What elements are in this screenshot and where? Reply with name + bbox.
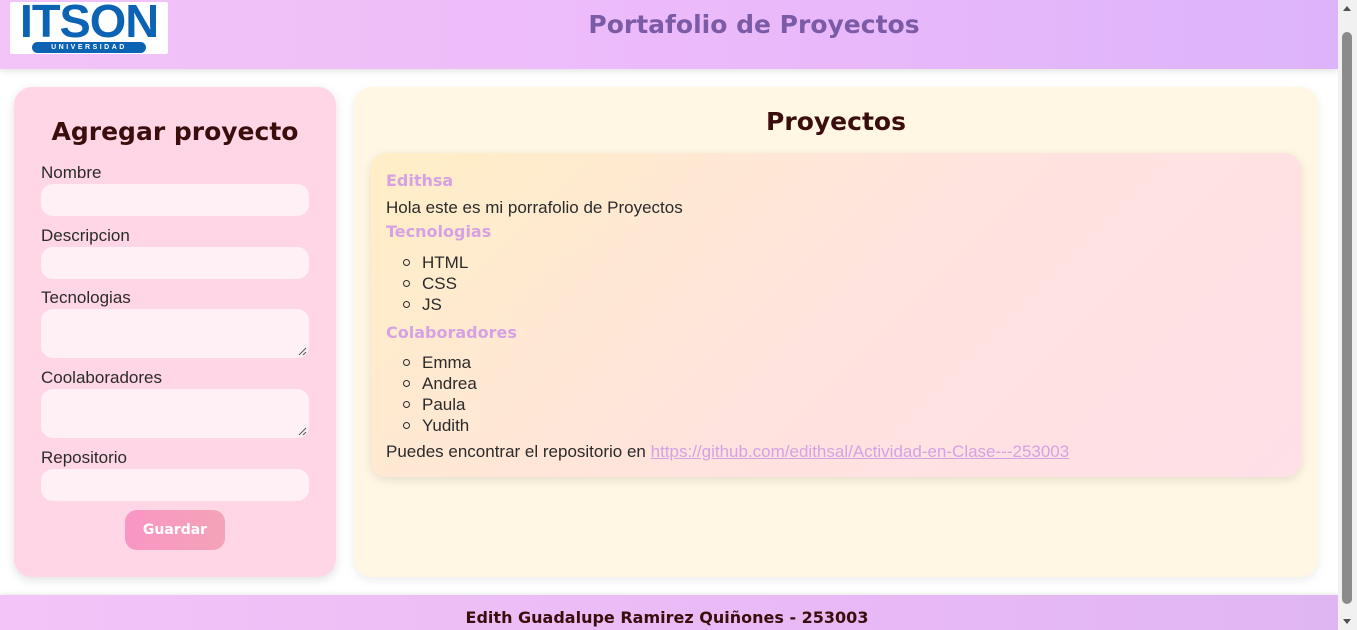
technology-item: JS: [422, 295, 442, 314]
technology-item: HTML: [422, 253, 469, 272]
list-item: JS: [386, 294, 468, 315]
project-card: Edithsa Hola este es mi porrafolio de Pr…: [371, 153, 1301, 477]
logo-subtext: UNIVERSIDAD: [32, 42, 146, 53]
projects-title: Proyectos: [766, 107, 906, 136]
technologies-list: HTML CSS JS: [386, 252, 468, 315]
list-item: HTML: [386, 252, 468, 273]
list-item: Yudith: [386, 415, 477, 436]
colaboradores-textarea[interactable]: [41, 389, 309, 438]
add-project-form: Agregar proyecto Nombre Descripcion Tecn…: [14, 87, 336, 577]
list-item: CSS: [386, 273, 468, 294]
logo-text: ITSON: [19, 0, 159, 47]
technology-item: CSS: [422, 274, 457, 293]
tecnologias-textarea[interactable]: [41, 309, 309, 358]
footer-text: Edith Guadalupe Ramirez Quiñones - 25300…: [465, 608, 869, 627]
site-footer: Edith Guadalupe Ramirez Quiñones - 25300…: [0, 595, 1338, 630]
resize-grip-icon[interactable]: [298, 347, 307, 356]
nombre-input[interactable]: [41, 184, 309, 216]
bullet-icon: [403, 380, 410, 387]
resize-grip-icon[interactable]: [298, 427, 307, 436]
collaborator-item: Emma: [422, 353, 472, 372]
collaborators-heading: Colaboradores: [386, 323, 517, 342]
technologies-heading: Tecnologias: [386, 222, 492, 241]
projects-panel: Proyectos Edithsa Hola este es mi porraf…: [354, 87, 1318, 577]
repository-line: Puedes encontrar el repositorio en https…: [386, 442, 1069, 462]
list-item: Andrea: [386, 373, 477, 394]
repositorio-input[interactable]: [41, 469, 309, 501]
scrollbar-thumb[interactable]: [1342, 32, 1352, 604]
colaboradores-label: Coolaboradores: [41, 368, 162, 387]
bullet-icon: [403, 359, 410, 366]
collaborator-item: Yudith: [422, 416, 470, 435]
bullet-icon: [403, 301, 410, 308]
collaborator-item: Andrea: [422, 374, 477, 393]
collaborators-list: Emma Andrea Paula Yudith: [386, 352, 477, 436]
project-name: Edithsa: [386, 171, 454, 190]
tecnologias-label: Tecnologias: [41, 288, 131, 307]
scroll-down-arrow-icon[interactable]: [1343, 619, 1351, 624]
bullet-icon: [403, 422, 410, 429]
collaborator-item: Paula: [422, 395, 466, 414]
site-header: ITSON UNIVERSIDAD Portafolio de Proyecto…: [0, 0, 1338, 69]
list-item: Paula: [386, 394, 477, 415]
scroll-up-arrow-icon[interactable]: [1343, 6, 1351, 11]
save-button[interactable]: Guardar: [125, 510, 225, 550]
repository-link[interactable]: https://github.com/edithsal/Actividad-en…: [651, 442, 1070, 461]
itson-logo[interactable]: ITSON UNIVERSIDAD: [10, 0, 168, 54]
vertical-scrollbar[interactable]: [1338, 0, 1357, 630]
form-title: Agregar proyecto: [51, 117, 299, 146]
repositorio-label: Repositorio: [41, 448, 127, 467]
descripcion-input[interactable]: [41, 247, 309, 279]
descripcion-label: Descripcion: [41, 226, 130, 245]
page: ITSON UNIVERSIDAD Portafolio de Proyecto…: [0, 0, 1357, 630]
repository-prefix: Puedes encontrar el repositorio en: [386, 442, 651, 461]
list-item: Emma: [386, 352, 477, 373]
bullet-icon: [403, 259, 410, 266]
page-title: Portafolio de Proyectos: [588, 10, 920, 39]
bullet-icon: [403, 280, 410, 287]
nombre-label: Nombre: [41, 163, 102, 182]
bullet-icon: [403, 401, 410, 408]
project-description: Hola este es mi porrafolio de Proyectos: [386, 198, 683, 217]
